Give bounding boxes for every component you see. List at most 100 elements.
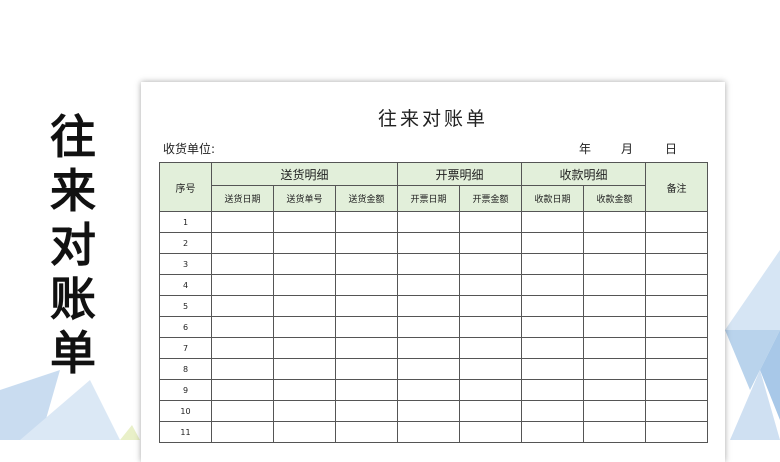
recipient-label: 收货单位:	[163, 142, 216, 156]
table-cell[interactable]	[397, 358, 461, 380]
table-cell[interactable]	[334, 358, 399, 380]
row-number: 1	[159, 211, 212, 233]
table-cell[interactable]	[645, 253, 709, 275]
table-cell[interactable]	[273, 379, 336, 401]
table-cell[interactable]	[273, 253, 336, 275]
table-cell[interactable]	[583, 295, 647, 317]
table-cell[interactable]	[645, 232, 709, 254]
table-cell[interactable]	[583, 421, 647, 443]
table-cell[interactable]	[273, 358, 336, 380]
row-number: 8	[159, 358, 212, 380]
table-cell[interactable]	[521, 253, 585, 275]
table-cell[interactable]	[583, 337, 647, 359]
table-cell[interactable]	[459, 337, 523, 359]
table-cell[interactable]	[459, 400, 523, 422]
table-cell[interactable]	[521, 358, 585, 380]
payment-group-header: 收款明细	[521, 162, 647, 186]
table-cell[interactable]	[583, 274, 647, 296]
table-cell[interactable]	[645, 358, 709, 380]
table-cell[interactable]	[459, 358, 523, 380]
table-cell[interactable]	[334, 274, 399, 296]
table-cell[interactable]	[211, 274, 274, 296]
table-cell[interactable]	[273, 400, 336, 422]
table-cell[interactable]	[211, 421, 274, 443]
table-cell[interactable]	[334, 211, 399, 233]
row-number: 5	[159, 295, 212, 317]
table-body: 1 2 3 4 5 6 7 8 9 10 11	[159, 211, 709, 443]
table-cell[interactable]	[645, 337, 709, 359]
table-cell[interactable]	[521, 400, 585, 422]
table-row: 2	[159, 232, 709, 254]
table-cell[interactable]	[397, 253, 461, 275]
table-cell[interactable]	[334, 421, 399, 443]
table-cell[interactable]	[521, 379, 585, 401]
table-cell[interactable]	[459, 211, 523, 233]
table-cell[interactable]	[211, 253, 274, 275]
table-cell[interactable]	[397, 316, 461, 338]
table-cell[interactable]	[273, 232, 336, 254]
table-cell[interactable]	[211, 295, 274, 317]
table-cell[interactable]	[645, 421, 709, 443]
table-cell[interactable]	[521, 337, 585, 359]
table-cell[interactable]	[521, 211, 585, 233]
table-cell[interactable]	[645, 295, 709, 317]
table-cell[interactable]	[211, 337, 274, 359]
table-cell[interactable]	[521, 421, 585, 443]
table-cell[interactable]	[211, 211, 274, 233]
table-cell[interactable]	[459, 316, 523, 338]
table-cell[interactable]	[583, 211, 647, 233]
table-cell[interactable]	[645, 211, 709, 233]
table-cell[interactable]	[211, 400, 274, 422]
table-cell[interactable]	[397, 295, 461, 317]
table-cell[interactable]	[397, 421, 461, 443]
table-cell[interactable]	[211, 379, 274, 401]
table-cell[interactable]	[459, 295, 523, 317]
row-number: 9	[159, 379, 212, 401]
table-cell[interactable]	[459, 253, 523, 275]
table-cell[interactable]	[645, 400, 709, 422]
table-cell[interactable]	[459, 274, 523, 296]
table-cell[interactable]	[583, 316, 647, 338]
table-cell[interactable]	[334, 379, 399, 401]
table-cell[interactable]	[459, 232, 523, 254]
table-cell[interactable]	[334, 316, 399, 338]
table-cell[interactable]	[521, 295, 585, 317]
table-cell[interactable]	[211, 232, 274, 254]
table-cell[interactable]	[645, 379, 709, 401]
table-cell[interactable]	[397, 274, 461, 296]
invoice-date-header: 开票日期	[397, 185, 461, 212]
table-cell[interactable]	[273, 337, 336, 359]
row-number: 3	[159, 253, 212, 275]
table-cell[interactable]	[521, 274, 585, 296]
table-cell[interactable]	[273, 295, 336, 317]
table-cell[interactable]	[211, 358, 274, 380]
table-cell[interactable]	[521, 316, 585, 338]
table-cell[interactable]	[397, 232, 461, 254]
table-cell[interactable]	[397, 379, 461, 401]
table-cell[interactable]	[334, 232, 399, 254]
table-cell[interactable]	[273, 274, 336, 296]
table-cell[interactable]	[521, 232, 585, 254]
table-cell[interactable]	[583, 232, 647, 254]
table-cell[interactable]	[273, 316, 336, 338]
table-cell[interactable]	[211, 316, 274, 338]
table-cell[interactable]	[459, 379, 523, 401]
table-cell[interactable]	[334, 400, 399, 422]
table-cell[interactable]	[583, 379, 647, 401]
table-cell[interactable]	[645, 316, 709, 338]
table-cell[interactable]	[334, 295, 399, 317]
table-cell[interactable]	[334, 253, 399, 275]
table-cell[interactable]	[273, 421, 336, 443]
table-row: 4	[159, 274, 709, 296]
table-cell[interactable]	[645, 274, 709, 296]
table-cell[interactable]	[397, 337, 461, 359]
table-cell[interactable]	[273, 211, 336, 233]
table-cell[interactable]	[583, 400, 647, 422]
table-cell[interactable]	[397, 211, 461, 233]
day-label: 日	[665, 142, 678, 156]
table-cell[interactable]	[397, 400, 461, 422]
table-cell[interactable]	[334, 337, 399, 359]
table-cell[interactable]	[583, 253, 647, 275]
table-cell[interactable]	[459, 421, 523, 443]
table-cell[interactable]	[583, 358, 647, 380]
